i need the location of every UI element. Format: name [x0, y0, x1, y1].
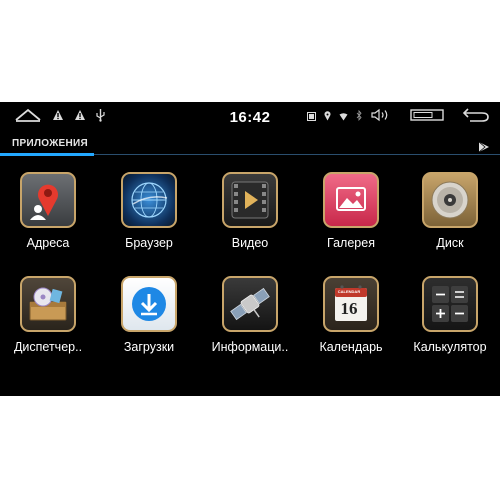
download-icon [121, 276, 177, 332]
app-label: Загрузки [123, 340, 175, 354]
satellite-icon [222, 276, 278, 332]
tab-apps[interactable]: ПРИЛОЖЕНИЯ [12, 138, 88, 149]
app-label: Галерея [327, 236, 375, 250]
app-info[interactable]: Информаци.. [204, 276, 296, 354]
volume-icon[interactable] [370, 108, 392, 127]
globe-icon [121, 172, 177, 228]
app-label: Диспетчер.. [13, 340, 83, 354]
maps-pin-icon [20, 172, 76, 228]
app-addresses[interactable]: Адреса [2, 172, 94, 250]
bluetooth-icon [356, 108, 362, 126]
app-calculator[interactable]: Калькулятор [404, 276, 496, 354]
app-label: Браузер [125, 236, 173, 250]
app-label: Календарь [319, 340, 383, 354]
file-manager-icon [20, 276, 76, 332]
app-disc[interactable]: Диск [404, 172, 496, 250]
app-label: Видео [231, 236, 269, 250]
app-label: Диск [436, 236, 464, 250]
app-gallery[interactable]: Галерея [305, 172, 397, 250]
recent-apps-icon[interactable] [410, 108, 444, 127]
gallery-icon [323, 172, 379, 228]
headunit-screen: 16:42 ПРИЛОЖЕНИЯ Адреса Браузер Видео Га… [0, 102, 500, 396]
back-icon[interactable] [462, 107, 490, 128]
app-label: Калькулятор [413, 340, 487, 354]
app-video[interactable]: Видео [204, 172, 296, 250]
screen-cast-icon [307, 108, 316, 126]
calendar-icon: CALENDAR 16 [323, 276, 379, 332]
app-downloads[interactable]: Загрузки [103, 276, 195, 354]
status-bar: 16:42 [0, 102, 500, 132]
app-calendar[interactable]: CALENDAR 16 Календарь [305, 276, 397, 354]
location-icon [324, 108, 331, 126]
tab-bar: ПРИЛОЖЕНИЯ [0, 134, 500, 156]
tab-divider [94, 154, 500, 155]
tab-indicator [0, 153, 94, 156]
app-browser[interactable]: Браузер [103, 172, 195, 250]
calculator-icon [422, 276, 478, 332]
play-store-icon[interactable] [478, 140, 490, 158]
app-file-manager[interactable]: Диспетчер.. [2, 276, 94, 354]
calendar-day: 16 [340, 299, 358, 318]
wifi-icon [339, 108, 348, 126]
app-label: Адреса [26, 236, 70, 250]
app-label: Информаци.. [211, 340, 289, 354]
calendar-month: CALENDAR [337, 289, 361, 294]
disc-icon [422, 172, 478, 228]
video-play-icon [222, 172, 278, 228]
